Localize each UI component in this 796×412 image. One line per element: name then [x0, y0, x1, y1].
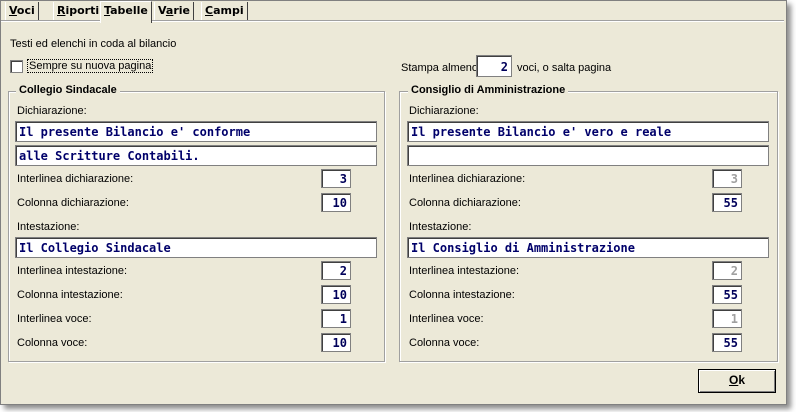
print-min-input[interactable]: 2: [476, 55, 512, 77]
collegio-colonna-voce-input[interactable]: 10: [321, 333, 351, 352]
consiglio-interlinea-dich-input: 3: [712, 169, 742, 188]
tab-campi-accel: C: [205, 4, 214, 17]
collegio-dichiarazione-line1[interactable]: Il presente Bilancio e' conforme: [15, 121, 377, 142]
consiglio-dichiarazione-label: Dichiarazione:: [409, 105, 479, 117]
tab-campi[interactable]: Campi: [201, 2, 248, 21]
new-page-checkbox[interactable]: [10, 60, 23, 73]
collegio-interlinea-voce-label: Interlinea voce:: [17, 313, 92, 325]
collegio-interlinea-voce-input[interactable]: 1: [321, 309, 351, 328]
dialog-window: Voci Riporti Tabelle Varie Campi Testi e…: [0, 0, 787, 405]
tab-riporti[interactable]: Riporti: [53, 2, 104, 21]
consiglio-colonna-int-label: Colonna intestazione:: [409, 289, 515, 301]
tab-varie[interactable]: Varie: [154, 2, 195, 21]
tab-bar: Voci Riporti Tabelle Varie Campi: [1, 1, 786, 23]
collegio-colonna-dich-label: Colonna dichiarazione:: [17, 197, 129, 209]
tab-varie-rest: rie: [173, 4, 191, 17]
collegio-interlinea-dich-label: Interlinea dichiarazione:: [17, 173, 134, 185]
collegio-title: Collegio Sindacale: [16, 84, 120, 96]
ok-button-accel: O: [728, 373, 739, 387]
consiglio-title: Consiglio di Amministrazione: [408, 84, 569, 96]
collegio-colonna-int-input[interactable]: 10: [321, 285, 351, 304]
consiglio-interlinea-voce-label: Interlinea voce:: [409, 313, 484, 325]
collegio-dichiarazione-label: Dichiarazione:: [17, 105, 87, 117]
collegio-interlinea-int-input[interactable]: 2: [321, 261, 351, 280]
tab-voci[interactable]: Voci: [5, 2, 39, 21]
tab-voci-rest: oci: [16, 4, 35, 17]
consiglio-dichiarazione-line1[interactable]: Il presente Bilancio e' vero e reale: [407, 121, 769, 142]
print-min-suffix: voci, o salta pagina: [517, 62, 612, 74]
page-title: Testi ed elenchi in coda al bilancio: [10, 38, 177, 50]
print-min-label: Stampa almeno: [401, 62, 479, 74]
ok-button[interactable]: Ok: [698, 369, 776, 393]
tab-tabelle-rest: abelle: [110, 4, 148, 17]
consiglio-interlinea-dich-label: Interlinea dichiarazione:: [409, 173, 526, 185]
collegio-dichiarazione-line2[interactable]: alle Scritture Contabili.: [15, 145, 377, 166]
new-page-label: Sempre su nuova pagina: [27, 59, 154, 73]
consiglio-interlinea-voce-input: 1: [712, 309, 742, 328]
consiglio-colonna-dich-label: Colonna dichiarazione:: [409, 197, 521, 209]
consiglio-intestazione-label: Intestazione:: [409, 221, 472, 233]
collegio-intestazione-label: Intestazione:: [17, 221, 80, 233]
consiglio-interlinea-int-input: 2: [712, 261, 742, 280]
collegio-intestazione-input[interactable]: Il Collegio Sindacale: [15, 237, 377, 258]
consiglio-colonna-dich-input[interactable]: 55: [712, 193, 742, 212]
collegio-colonna-dich-input[interactable]: 10: [321, 193, 351, 212]
tab-voci-accel: V: [9, 4, 17, 17]
tab-tabelle[interactable]: Tabelle: [100, 1, 152, 23]
tab-campi-rest: ampi: [213, 4, 244, 17]
consiglio-interlinea-int-label: Interlinea intestazione:: [409, 265, 520, 277]
ok-button-rest: k: [738, 373, 746, 387]
tab-riporti-rest: iporti: [65, 4, 100, 17]
collegio-interlinea-dich-input[interactable]: 3: [321, 169, 351, 188]
consiglio-intestazione-input[interactable]: Il Consiglio di Amministrazione: [407, 237, 769, 258]
tab-varie-pre: V: [158, 4, 166, 17]
consiglio-dichiarazione-line2[interactable]: [407, 145, 769, 166]
collegio-colonna-int-label: Colonna intestazione:: [17, 289, 123, 301]
consiglio-colonna-voce-input[interactable]: 55: [712, 333, 742, 352]
collegio-colonna-voce-label: Colonna voce:: [17, 337, 88, 349]
collegio-interlinea-int-label: Interlinea intestazione:: [17, 265, 128, 277]
consiglio-colonna-voce-label: Colonna voce:: [409, 337, 480, 349]
consiglio-colonna-int-input[interactable]: 55: [712, 285, 742, 304]
